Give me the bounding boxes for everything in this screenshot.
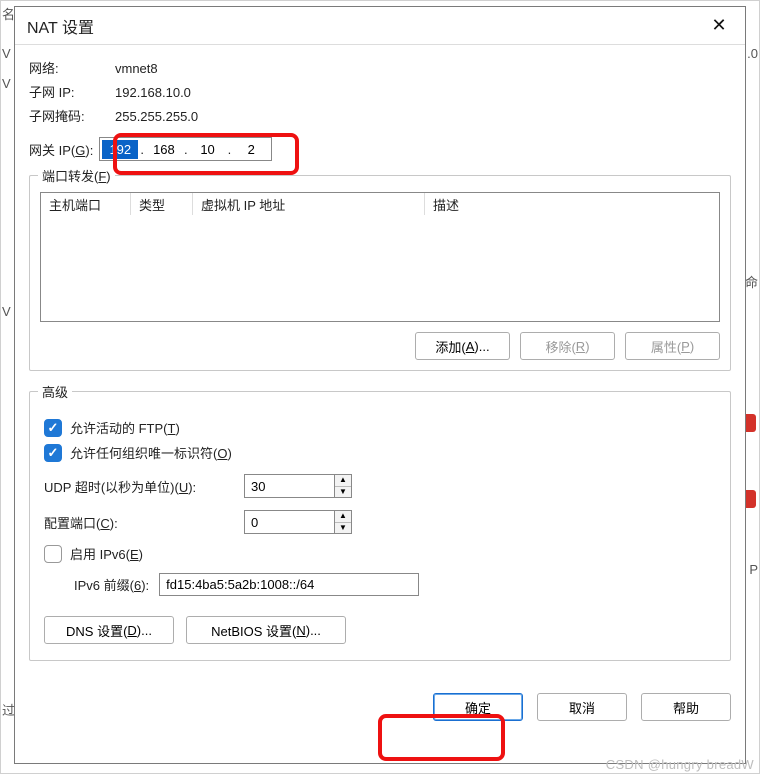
ip-dot: . <box>182 142 190 157</box>
remove-button[interactable]: 移除(R) <box>520 332 615 360</box>
allow-active-ftp-label: 允许活动的 FTP(T) <box>70 418 180 437</box>
info-grid: 网络: vmnet8 子网 IP: 192.168.10.0 子网掩码: 255… <box>29 59 731 127</box>
dialog-footer: 确定 取消 帮助 <box>15 675 745 731</box>
allow-any-oui-checkbox[interactable] <box>44 444 62 462</box>
config-port-label: 配置端口(C): <box>44 513 234 532</box>
subnet-mask-value: 255.255.255.0 <box>115 107 731 127</box>
th-type[interactable]: 类型 <box>131 193 193 215</box>
advanced-group: 高级 允许活动的 FTP(T) 允许任何组织唯一标识符(O) U <box>29 391 731 661</box>
ipv6-prefix-input[interactable] <box>159 573 419 596</box>
gateway-ip-octet-4[interactable] <box>233 140 269 159</box>
config-port-input[interactable] <box>244 510 334 534</box>
close-icon[interactable]: ✕ <box>699 11 739 41</box>
bg-text: V <box>2 304 11 319</box>
udp-timeout-spinner[interactable]: ▲ ▼ <box>334 474 352 498</box>
bg-text: P <box>749 562 758 577</box>
help-button[interactable]: 帮助 <box>641 693 731 721</box>
ok-button[interactable]: 确定 <box>433 693 523 721</box>
bg-text: .0 <box>747 46 758 61</box>
gateway-ip-octet-2[interactable] <box>146 140 182 159</box>
cancel-button[interactable]: 取消 <box>537 693 627 721</box>
ipv6-prefix-label: IPv6 前缀(6): <box>74 575 149 594</box>
network-label: 网络: <box>29 59 115 79</box>
gateway-ip-octet-1[interactable] <box>102 140 138 159</box>
bg-text: 命 <box>745 272 758 291</box>
titlebar: NAT 设置 ✕ <box>15 7 745 45</box>
gateway-ip-label: 网关 IP(G): <box>29 140 93 159</box>
config-port-spinner[interactable]: ▲ ▼ <box>334 510 352 534</box>
udp-timeout-input[interactable] <box>244 474 334 498</box>
subnet-ip-label: 子网 IP: <box>29 83 115 103</box>
th-desc[interactable]: 描述 <box>425 193 719 215</box>
spinner-up-icon[interactable]: ▲ <box>335 475 351 487</box>
advanced-legend: 高级 <box>38 382 72 401</box>
enable-ipv6-checkbox[interactable] <box>44 545 62 563</box>
port-forwarding-legend: 端口转发(F) <box>38 166 115 185</box>
spinner-down-icon[interactable]: ▼ <box>335 487 351 498</box>
gateway-ip-octet-3[interactable] <box>190 140 226 159</box>
port-forwarding-table[interactable]: 主机端口 类型 虚拟机 IP 地址 描述 <box>40 192 720 322</box>
spinner-up-icon[interactable]: ▲ <box>335 511 351 523</box>
dialog-title: NAT 设置 <box>27 14 94 38</box>
nat-settings-dialog: NAT 设置 ✕ 网络: vmnet8 子网 IP: 192.168.10.0 … <box>14 6 746 764</box>
th-vm-ip[interactable]: 虚拟机 IP 地址 <box>193 193 425 215</box>
allow-any-oui-label: 允许任何组织唯一标识符(O) <box>70 443 232 462</box>
add-button[interactable]: 添加(A)... <box>415 332 510 360</box>
properties-button[interactable]: 属性(P) <box>625 332 720 360</box>
bg-text: V <box>2 46 11 61</box>
subnet-mask-label: 子网掩码: <box>29 107 115 127</box>
bg-text: V <box>2 76 11 91</box>
allow-active-ftp-checkbox[interactable] <box>44 419 62 437</box>
th-host-port[interactable]: 主机端口 <box>41 193 131 215</box>
dns-settings-button[interactable]: DNS 设置(D)... <box>44 616 174 644</box>
spinner-down-icon[interactable]: ▼ <box>335 523 351 534</box>
network-value: vmnet8 <box>115 59 731 79</box>
udp-timeout-label: UDP 超时(以秒为单位)(U): <box>44 477 234 496</box>
ip-dot: . <box>226 142 234 157</box>
table-header: 主机端口 类型 虚拟机 IP 地址 描述 <box>41 193 719 215</box>
port-forwarding-group: 端口转发(F) 主机端口 类型 虚拟机 IP 地址 描述 添加(A)... 移除… <box>29 175 731 371</box>
gateway-ip-input[interactable]: . . . <box>99 137 272 161</box>
enable-ipv6-label: 启用 IPv6(E) <box>70 544 143 563</box>
ip-dot: . <box>138 142 146 157</box>
netbios-settings-button[interactable]: NetBIOS 设置(N)... <box>186 616 346 644</box>
subnet-ip-value: 192.168.10.0 <box>115 83 731 103</box>
